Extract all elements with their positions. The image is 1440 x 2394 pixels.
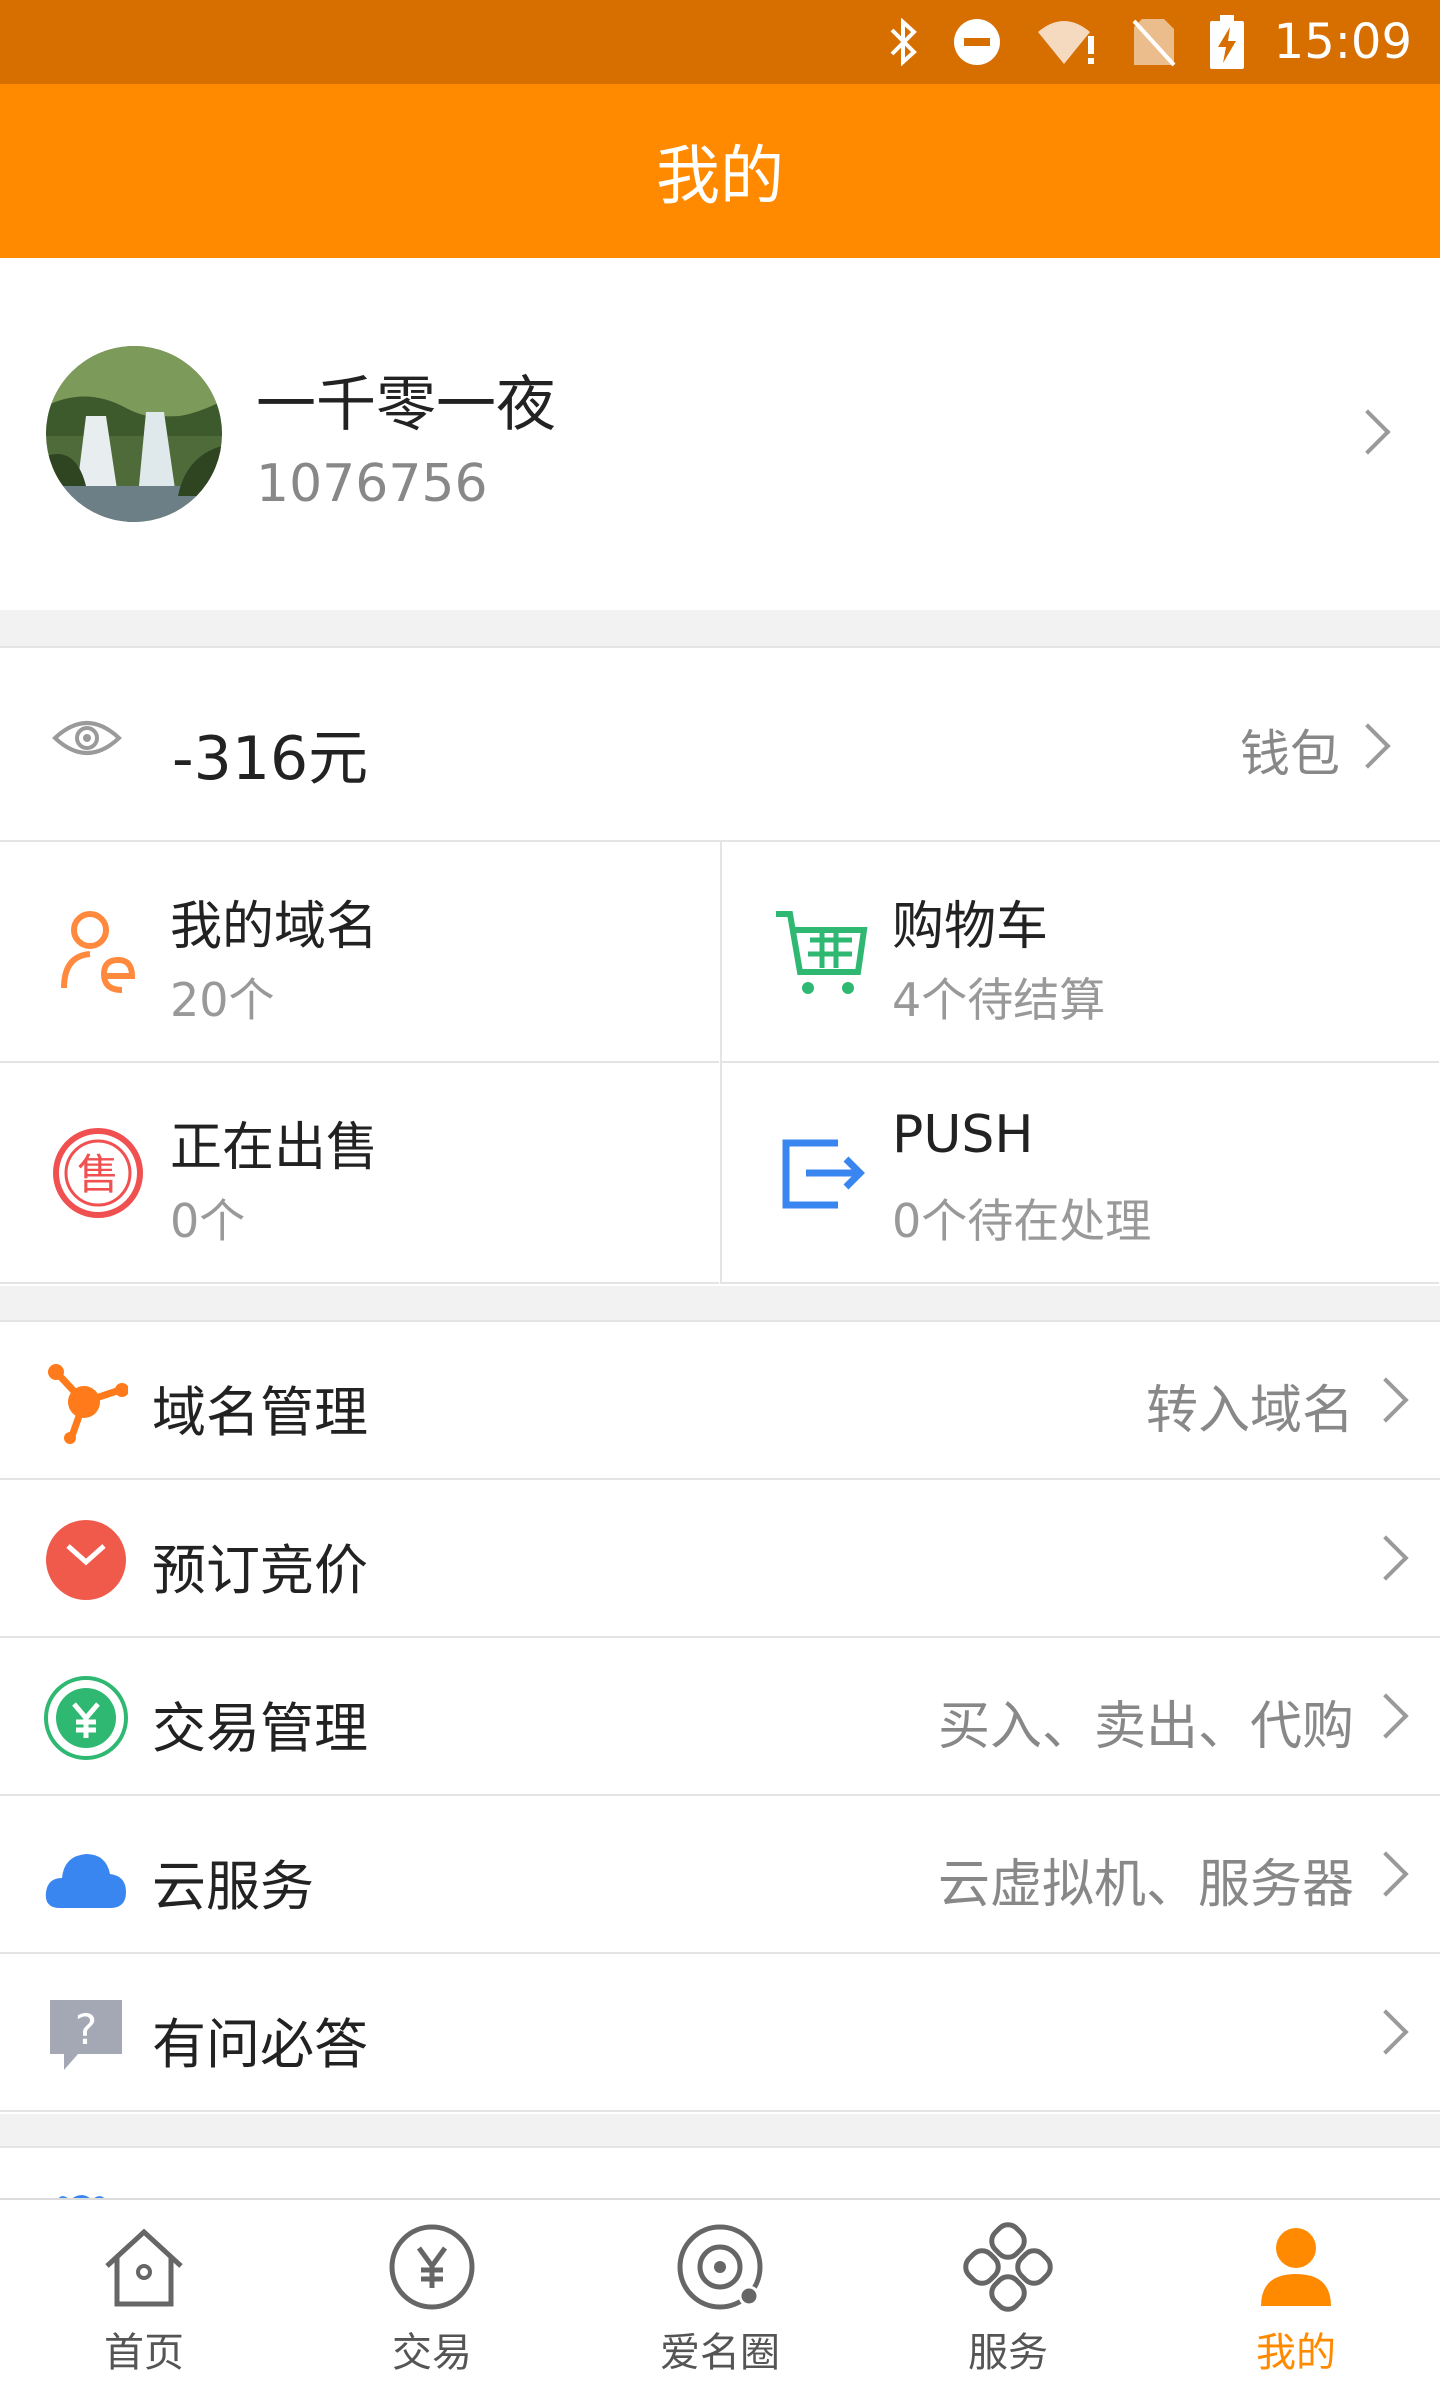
status-bar: 15:09: [0, 0, 1440, 84]
bluetooth-icon: [888, 18, 918, 66]
tab-label: 交易: [392, 2330, 472, 2376]
wallet-row[interactable]: -316元 钱包: [0, 646, 1440, 842]
menu-label: 预订竞价: [152, 1539, 368, 1602]
tab-service[interactable]: 服务: [864, 2200, 1152, 2394]
menu-sub: 转入域名: [1145, 1381, 1354, 1441]
tab-label: 首页: [104, 2330, 184, 2376]
status-time: 15:09: [1273, 14, 1412, 70]
grid-title: PUSH: [892, 1105, 1034, 1165]
cloud-icon: [44, 1834, 128, 1918]
dnd-icon: [952, 17, 1002, 67]
menu-sub: 云虚拟机、服务器: [937, 1855, 1354, 1915]
grid-title: 正在出售: [170, 1118, 379, 1178]
eye-icon[interactable]: [52, 714, 122, 766]
page-title: 我的: [656, 140, 784, 214]
avatar[interactable]: [46, 346, 222, 522]
bid-clock-icon: [44, 1518, 128, 1602]
grid-my-domains[interactable]: 我的域名 20个: [0, 842, 719, 1063]
tab-label: 我的: [1256, 2330, 1336, 2376]
menu-label: 有问必答: [152, 2013, 368, 2076]
person-icon: [1251, 2200, 1341, 2316]
grid-sub: 20个: [170, 973, 275, 1027]
menu-list: 域名管理 转入域名 预订竞价 交易管理 买入、卖出、代购 云服务 云虚拟机、服务…: [0, 1320, 1440, 2114]
grid-sub: 0个待在处理: [892, 1194, 1152, 1248]
svg-text:?: ?: [75, 2005, 97, 2054]
service-icon: [963, 2200, 1053, 2316]
tab-mine[interactable]: 我的: [1152, 2200, 1440, 2394]
sale-icon: 售: [50, 1123, 150, 1223]
chevron-right-icon: [1363, 1693, 1409, 1739]
grid-title: 购物车: [892, 897, 1049, 957]
menu-label: 域名管理: [152, 1381, 368, 1444]
profile-card[interactable]: 一千零一夜 1076756: [0, 258, 1440, 610]
grid-on-sale[interactable]: 售 正在出售 0个: [0, 1063, 719, 1284]
menu-item-reserve-bid[interactable]: 预订竞价: [0, 1480, 1440, 1638]
profile-id: 1076756: [256, 454, 488, 514]
chevron-right-icon: [1363, 1377, 1409, 1423]
grid-cart[interactable]: 购物车 4个待结算: [720, 842, 1439, 1063]
home-icon: [99, 2200, 189, 2316]
grid-sub: 0个: [170, 1194, 246, 1248]
shortcut-grid: 我的域名 20个 购物车 4个待结算 售 正在出售 0个 PUSH 0个待在处理: [0, 840, 1440, 1286]
question-icon: ?: [44, 1992, 128, 2076]
wifi-alert-icon: [1036, 18, 1098, 66]
menu-sub: 买入、卖出、代购: [937, 1697, 1354, 1757]
grid-sub: 4个待结算: [892, 973, 1106, 1027]
menu-label: 交易管理: [152, 1697, 368, 1760]
menu-item-cloud[interactable]: 云服务 云虚拟机、服务器: [0, 1796, 1440, 1954]
menu-label: 云服务: [152, 1855, 314, 1918]
menu-item-trade-manage[interactable]: 交易管理 买入、卖出、代购: [0, 1638, 1440, 1796]
tab-home[interactable]: 首页: [0, 2200, 288, 2394]
chevron-right-icon: [1345, 409, 1391, 455]
domain-manage-icon: [44, 1360, 129, 1444]
circle-icon: [675, 2200, 765, 2316]
cart-icon: [772, 902, 872, 1002]
tab-label: 服务: [968, 2330, 1048, 2376]
menu-item-domain-manage[interactable]: 域名管理 转入域名: [0, 1322, 1440, 1480]
chevron-right-icon: [1363, 1535, 1409, 1581]
menu-item-faq[interactable]: ? 有问必答: [0, 1954, 1440, 2112]
chevron-right-icon: [1345, 723, 1391, 769]
trade-icon: [44, 1676, 128, 1760]
wallet-link[interactable]: 钱包: [1240, 714, 1340, 786]
wallet-balance: -316元: [172, 724, 369, 794]
battery-charging-icon: [1209, 15, 1244, 69]
no-sim-icon: [1132, 17, 1176, 67]
app-bar: 我的: [0, 84, 1440, 258]
chevron-right-icon: [1363, 1851, 1409, 1897]
yen-icon: [387, 2200, 477, 2316]
user-domain-icon: [50, 902, 150, 1002]
grid-push[interactable]: PUSH 0个待在处理: [720, 1063, 1439, 1284]
grid-title: 我的域名: [170, 897, 379, 957]
tab-trade[interactable]: 交易: [288, 2200, 576, 2394]
svg-text:售: 售: [77, 1150, 119, 1199]
profile-name: 一千零一夜: [256, 370, 556, 440]
chevron-right-icon: [1363, 2009, 1409, 2055]
bottom-tab-bar: 首页 交易 爱名圈 服务 我的: [0, 2198, 1440, 2394]
tab-label: 爱名圈: [660, 2330, 780, 2376]
push-icon: [772, 1123, 872, 1223]
tab-circle[interactable]: 爱名圈: [576, 2200, 864, 2394]
